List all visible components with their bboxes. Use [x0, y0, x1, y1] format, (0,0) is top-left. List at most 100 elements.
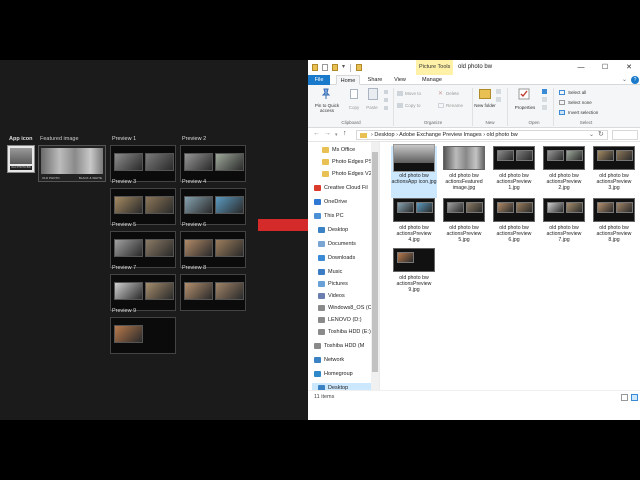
- preview-photo: [184, 239, 213, 257]
- file-name: old photo bw actionsPreview 4.jpg: [396, 225, 432, 243]
- edit-icon[interactable]: [542, 97, 547, 102]
- tab-manage[interactable]: Manage: [416, 75, 448, 85]
- nav-item[interactable]: Desktop: [312, 383, 376, 390]
- easy-access-icon[interactable]: [496, 97, 501, 102]
- featured-caption-right: BLACK & WHITE: [78, 176, 102, 180]
- nav-item-label: Photo Edges PSI: [332, 159, 374, 165]
- tab-home[interactable]: Home: [336, 75, 360, 85]
- rename-icon: [438, 103, 444, 108]
- drive-icon: [314, 342, 321, 349]
- file-item[interactable]: old photo bw actionsPreview 8.jpg: [591, 198, 637, 246]
- nav-item-label: OneDrive: [324, 199, 348, 205]
- file-item[interactable]: old photo bw actionsFeatured image.jpg: [441, 146, 487, 194]
- select-none-icon: [559, 100, 565, 105]
- folder-icon: [322, 170, 329, 177]
- up-button[interactable]: ↑: [343, 130, 347, 137]
- thumbnail-photo: [516, 150, 533, 161]
- file-item[interactable]: old photo bw actionsPreview 4.jpg: [391, 198, 437, 246]
- file-item[interactable]: old photo bw actionsPreview 2.jpg: [541, 146, 587, 194]
- cloud-icon: [314, 198, 321, 205]
- nav-item[interactable]: Photo Edges V2: [322, 169, 372, 179]
- nav-item[interactable]: Desktop: [318, 225, 348, 235]
- nav-item[interactable]: Toshiba HDD (E:): [318, 327, 371, 337]
- nav-item[interactable]: LENOVO (D:): [318, 315, 362, 325]
- new-folder-icon[interactable]: [332, 64, 338, 71]
- nav-item[interactable]: Creative Cloud Fil: [314, 183, 368, 193]
- nav-item[interactable]: Pictures: [318, 279, 348, 289]
- address-dropdown-icon[interactable]: ⌄: [589, 131, 594, 138]
- file-thumbnail: [393, 248, 435, 272]
- minimize-button[interactable]: —: [570, 60, 592, 75]
- preview-photo: [145, 282, 174, 300]
- tab-file[interactable]: File: [308, 75, 330, 85]
- select-none-button[interactable]: Select none: [568, 100, 608, 105]
- file-item[interactable]: old photo bw actionsPreview 1.jpg: [491, 146, 537, 194]
- move-to-button[interactable]: Move to: [405, 91, 433, 96]
- select-all-icon: [559, 90, 565, 95]
- group-new: New: [485, 120, 495, 125]
- nav-item[interactable]: Windows8_OS (C: [318, 303, 372, 313]
- close-button[interactable]: ✕: [618, 60, 640, 75]
- address-path[interactable]: › Desktop › Adobe Exchange Preview Image…: [356, 130, 608, 140]
- file-item[interactable]: old photo bw actionsPreview 5.jpg: [441, 198, 487, 246]
- details-view-icon[interactable]: [621, 394, 628, 401]
- homegroup-icon: [314, 370, 321, 377]
- nav-item[interactable]: Downloads: [318, 253, 355, 263]
- recent-locations-icon[interactable]: ▾: [335, 132, 338, 138]
- nav-item[interactable]: Photo Edges PSI: [322, 157, 374, 167]
- drive-icon: [318, 304, 325, 311]
- featured-image-label: Featured image: [40, 136, 79, 142]
- forward-button[interactable]: →: [324, 130, 331, 137]
- refresh-button[interactable]: ↻: [598, 130, 604, 138]
- thumbnail-photo: [547, 150, 564, 161]
- folder-icon[interactable]: [312, 64, 318, 71]
- new-item-icon[interactable]: [496, 89, 501, 94]
- maximize-button[interactable]: ☐: [594, 60, 616, 75]
- copy-path-icon[interactable]: [384, 98, 388, 102]
- nav-item[interactable]: Ms Office: [322, 145, 355, 155]
- nav-item[interactable]: Network: [314, 355, 344, 365]
- open-icon[interactable]: [542, 89, 547, 94]
- window-title: old photo bw: [458, 64, 493, 70]
- preview-label: Preview 5: [112, 222, 137, 228]
- delete-button[interactable]: Delete: [446, 91, 468, 96]
- preview-thumbnail: [110, 231, 176, 268]
- select-all-button[interactable]: Select all: [568, 90, 608, 95]
- nav-item[interactable]: This PC: [314, 211, 344, 221]
- navigation-scrollbar[interactable]: [371, 142, 379, 390]
- pin-icon: [321, 88, 331, 99]
- file-thumbnail: [593, 198, 635, 222]
- nav-item[interactable]: Music: [318, 267, 342, 277]
- creative-cloud-icon: [314, 184, 321, 191]
- properties-icon[interactable]: [322, 64, 328, 71]
- scrollbar-thumb[interactable]: [372, 152, 378, 372]
- file-item[interactable]: old photo bw actionsPreview 7.jpg: [541, 198, 587, 246]
- thumbnail-photo: [616, 202, 633, 213]
- search-input[interactable]: [612, 130, 638, 140]
- tab-share[interactable]: Share: [364, 75, 386, 85]
- nav-item[interactable]: Videos: [318, 291, 345, 301]
- collapse-ribbon-icon[interactable]: ⌄: [622, 76, 627, 83]
- help-icon[interactable]: ?: [631, 76, 639, 84]
- tab-view[interactable]: View: [390, 75, 410, 85]
- cut-icon[interactable]: [384, 90, 388, 94]
- file-item[interactable]: old photo bw actionsPreview 9.jpg: [391, 248, 437, 296]
- large-icons-view-icon[interactable]: [631, 394, 638, 401]
- nav-item[interactable]: OneDrive: [314, 197, 347, 207]
- thumbnail-photo: [497, 202, 514, 213]
- invert-selection-icon: [559, 110, 565, 115]
- nav-item[interactable]: Toshiba HDD (M: [314, 341, 364, 351]
- file-item[interactable]: old photo bw actionsPreview 6.jpg: [491, 198, 537, 246]
- file-item[interactable]: old photo bw actionsPreview 3.jpg: [591, 146, 637, 194]
- back-button[interactable]: ←: [313, 130, 320, 137]
- rename-button[interactable]: Rename: [446, 103, 468, 108]
- paste-shortcut-icon[interactable]: [384, 106, 388, 110]
- copy-to-button[interactable]: Copy to: [405, 103, 433, 108]
- nav-item[interactable]: Documents: [318, 239, 356, 249]
- file-item[interactable]: old photo bw actionsApp icon.jpg: [391, 144, 437, 198]
- preview-thumbnail: [180, 188, 246, 225]
- invert-selection-button[interactable]: Invert selection: [568, 110, 612, 115]
- customize-toolbar-icon[interactable]: ▾: [342, 63, 345, 70]
- nav-item[interactable]: Homegroup: [314, 369, 353, 379]
- history-icon[interactable]: [542, 105, 547, 110]
